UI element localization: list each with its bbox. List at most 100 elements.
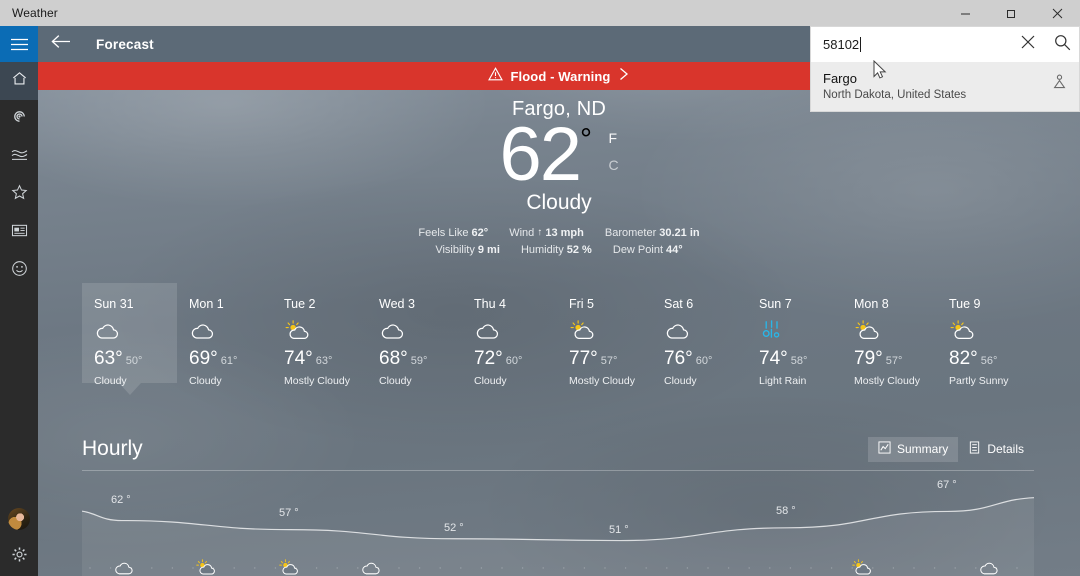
sidebar-item-settings[interactable]: [0, 538, 38, 576]
close-icon: [1021, 35, 1035, 54]
suggestion-region: North Dakota, United States: [823, 88, 967, 101]
hourly-cloudy-icon: [113, 560, 135, 576]
chart-temp-label: 67 °: [937, 479, 957, 491]
search-area: 58102 Fargo North Dakota, United States: [810, 26, 1080, 112]
forecast-high: 76°: [664, 348, 693, 369]
forecast-low: 57°: [600, 355, 618, 367]
unit-toggle[interactable]: F C: [608, 125, 618, 178]
forecast-high: 77°: [569, 348, 598, 369]
degree-symbol: °: [579, 123, 592, 156]
forecast-day-card[interactable]: Wed 3 68° 59° Cloudy: [367, 283, 462, 387]
search-icon: [1054, 34, 1071, 56]
sidebar-item-forecast[interactable]: [0, 62, 38, 100]
partly-sunny-icon: [949, 317, 1032, 345]
wind-direction-icon: ↑: [537, 227, 543, 238]
metric-value: 30.21 in: [659, 227, 700, 239]
sidebar-item-favorites[interactable]: [0, 176, 38, 214]
temperature-block: 62° F C: [499, 117, 618, 193]
forecast-day-card[interactable]: Thu 4 72° 60° Cloudy: [462, 283, 557, 387]
chart-temp-label: 57 °: [279, 507, 299, 519]
cloudy-icon: [664, 317, 747, 345]
forecast-description: Cloudy: [379, 375, 412, 387]
wind-speed: 13 mph: [545, 227, 584, 239]
search-suggestion-item[interactable]: Fargo North Dakota, United States: [810, 62, 1080, 112]
forecast-day-card[interactable]: Fri 5 77° 57° Mostly Cloudy: [557, 283, 652, 387]
daily-forecast-strip: Sun 31 63° 50° Cloudy Mon 1 69° 61° Cloudy Tue 2…: [82, 283, 1052, 403]
metric-value: ↑ 13 mph: [537, 227, 584, 239]
forecast-day-card[interactable]: Sat 6 76° 60° Cloudy: [652, 283, 747, 387]
forecast-day-card[interactable]: Mon 1 69° 61° Cloudy: [177, 283, 272, 387]
weather-app-window: Weather Forecast 58102 Fargo North Dakot…: [0, 0, 1080, 576]
metric-label: Visibility: [435, 244, 475, 257]
forecast-day-name: Mon 1: [189, 297, 224, 311]
forecast-low: 50°: [125, 355, 143, 367]
chart-temp-label: 51 °: [609, 524, 629, 536]
forecast-low: 57°: [885, 355, 903, 367]
forecast-low: 63°: [315, 355, 333, 367]
forecast-high: 74°: [284, 348, 313, 369]
unit-fahrenheit[interactable]: F: [608, 125, 618, 152]
home-icon: [11, 70, 28, 92]
page-title: Forecast: [96, 36, 154, 52]
hourly-partly-sunny-icon: [278, 559, 300, 576]
search-box[interactable]: 58102: [810, 26, 1080, 62]
forecast-temps: 74° 63°: [284, 348, 367, 370]
close-button[interactable]: [1034, 0, 1080, 26]
tab-summary[interactable]: Summary: [867, 436, 959, 462]
maximize-restore-button[interactable]: [988, 0, 1034, 26]
chart-temp-label: 58 °: [776, 505, 796, 517]
hourly-temperature-chart: 62 ° 57 ° 52 ° 51 ° 58 ° 67 °: [82, 479, 1034, 576]
forecast-day-card[interactable]: Tue 9 82° 56° Partly Sunny: [937, 283, 1032, 387]
sidebar-item-historical-weather[interactable]: [0, 138, 38, 176]
warning-triangle-icon: [487, 66, 503, 86]
chart-temp-label: 62 °: [111, 494, 131, 506]
hourly-partly-sunny-icon: [851, 559, 873, 576]
current-temperature: 62: [499, 112, 582, 197]
forecast-day-card[interactable]: Mon 8 79° 57° Mostly Cloudy: [842, 283, 937, 387]
sidebar-item-maps[interactable]: [0, 100, 38, 138]
metric-value: 52 %: [566, 244, 592, 257]
forecast-high: 63°: [94, 348, 123, 369]
minimize-button[interactable]: [942, 0, 988, 26]
search-input[interactable]: 58102: [811, 37, 1011, 52]
alert-text: Flood - Warning: [510, 68, 611, 84]
clear-search-button[interactable]: [1011, 27, 1045, 63]
hourly-partly-sunny-icon: [195, 559, 217, 576]
tab-details-label: Details: [987, 442, 1024, 456]
partly-sunny-icon: [569, 317, 652, 345]
forecast-day-card[interactable]: Sun 7 74° 58° Light Rain: [747, 283, 842, 387]
chevron-right-icon: [618, 67, 630, 86]
forecast-day-name: Tue 2: [284, 297, 316, 311]
forecast-high: 79°: [854, 348, 883, 369]
forecast-description: Mostly Cloudy: [569, 375, 635, 387]
metric-label: Humidity: [520, 244, 564, 257]
tab-details[interactable]: Details: [958, 437, 1034, 462]
forecast-description: Cloudy: [189, 375, 222, 387]
account-avatar[interactable]: [0, 500, 38, 538]
forecast-day-card[interactable]: Sun 31 63° 50° Cloudy: [82, 283, 177, 395]
sidebar-item-send-feedback[interactable]: [0, 252, 38, 290]
forecast-day-card[interactable]: Tue 2 74° 63° Mostly Cloudy: [272, 283, 367, 387]
metric-humidity: Humidity 52 %: [521, 242, 592, 259]
forecast-description: Light Rain: [759, 375, 807, 387]
metric-feels-like: Feels Like 62°: [418, 225, 488, 242]
back-button[interactable]: [38, 26, 84, 62]
forecast-description: Mostly Cloudy: [284, 375, 350, 387]
metric-dew-point: Dew Point 44°: [613, 242, 683, 259]
sidebar-item-news[interactable]: [0, 214, 38, 252]
forecast-day-name: Mon 8: [854, 297, 889, 311]
navigation-rail-bottom: [0, 500, 38, 576]
forecast-temps: 63° 50°: [94, 348, 177, 370]
unit-celsius[interactable]: C: [608, 152, 618, 179]
back-arrow-icon: [51, 34, 71, 54]
metric-label: Wind: [509, 227, 535, 239]
forecast-low: 60°: [505, 355, 523, 367]
search-submit-button[interactable]: [1045, 27, 1079, 63]
hourly-title: Hourly: [82, 437, 143, 460]
navigation-rail: [0, 26, 38, 576]
search-input-value: 58102: [823, 37, 860, 52]
forecast-high: 72°: [474, 348, 503, 369]
hamburger-menu-icon[interactable]: [0, 26, 38, 62]
forecast-high: 69°: [189, 348, 218, 369]
forecast-low: 58°: [790, 355, 808, 367]
